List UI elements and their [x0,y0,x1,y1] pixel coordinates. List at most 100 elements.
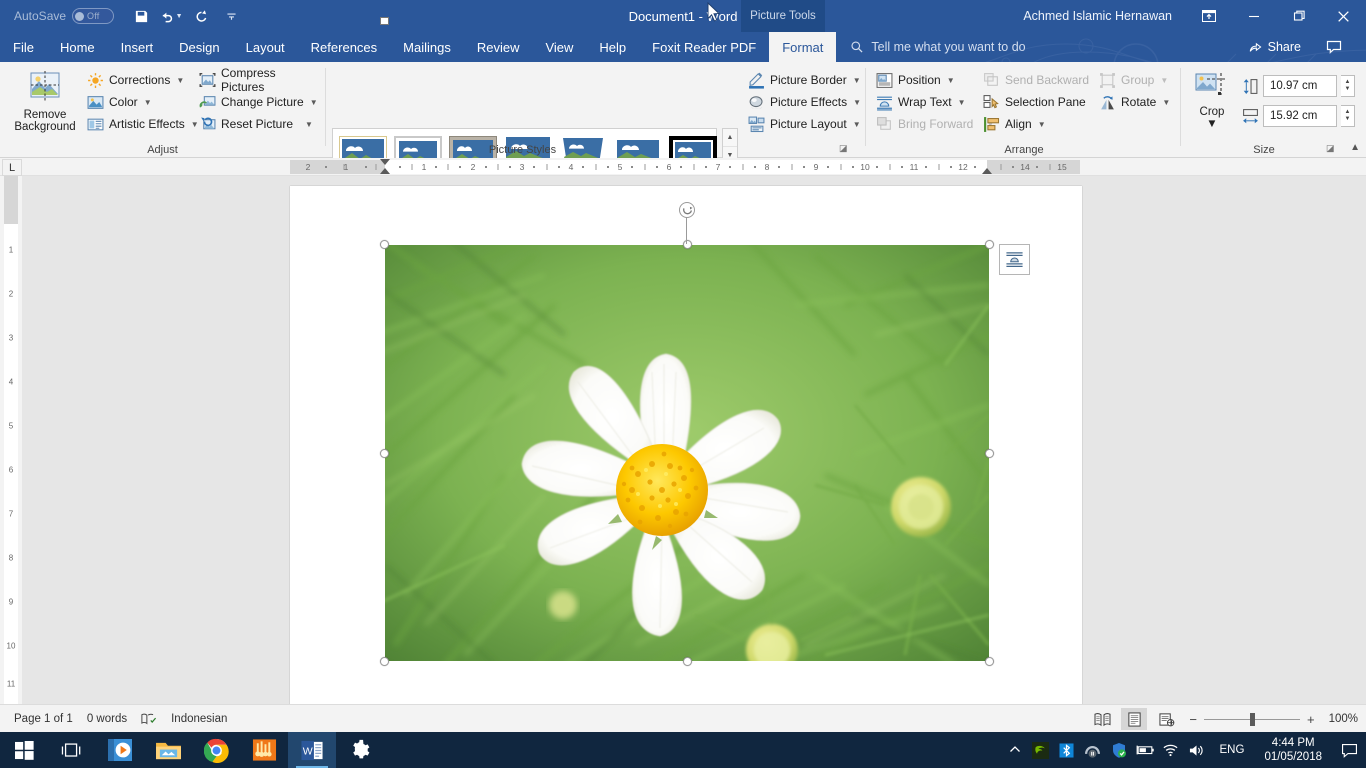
view-web-layout-button[interactable] [1153,708,1179,730]
tab-foxit-reader-pdf[interactable]: Foxit Reader PDF [639,32,769,62]
resize-handle-middle-right[interactable] [985,449,994,458]
shape-height-field[interactable]: 10.97 cm ▲ ▼ [1242,74,1355,98]
position-button[interactable]: Position ▼ [873,69,997,91]
shape-height-stepper[interactable]: ▲ ▼ [1341,75,1355,97]
shape-width-value[interactable]: 15.92 cm [1263,105,1337,127]
proofing-errors-icon[interactable] [141,712,157,726]
redo-icon[interactable] [188,4,214,28]
zoom-slider[interactable]: − + [1189,712,1314,727]
battery-icon[interactable] [1132,732,1158,768]
collapse-ribbon-icon[interactable]: ▲ [1350,142,1360,153]
tell-me-search[interactable]: Tell me what you want to do [850,32,1026,62]
share-button[interactable]: Share [1248,40,1301,54]
tab-references[interactable]: References [298,32,390,62]
crop-button[interactable]: Crop ▼ [1188,67,1236,130]
action-center-icon[interactable] [1332,732,1366,768]
undo-caret[interactable]: ▼ [176,13,183,20]
chrome-app[interactable] [192,732,240,768]
picture-styles-dialog-launcher[interactable]: ◪ [839,143,851,155]
view-read-mode-button[interactable] [1089,708,1115,730]
file-explorer-app[interactable] [144,732,192,768]
rotate-button[interactable]: Rotate ▼ [1096,91,1173,113]
word-app[interactable]: W [288,732,336,768]
zoom-thumb[interactable] [1249,712,1255,726]
chevron-down-icon[interactable]: ▼ [1162,98,1170,107]
tab-design[interactable]: Design [166,32,232,62]
tab-stop-selector[interactable]: L [2,159,22,176]
autosave-switch[interactable]: Off [72,8,115,24]
security-shield-icon[interactable] [1106,732,1132,768]
view-print-layout-button[interactable] [1121,708,1148,730]
language-indicator[interactable]: Indonesian [171,713,227,725]
ribbon-display-options-icon[interactable] [1186,0,1231,32]
chevron-down-icon[interactable]: ▼ [947,76,955,85]
chevron-down-icon[interactable]: ▼ [144,98,152,107]
chevron-down-icon[interactable]: ▼ [305,120,313,129]
zoom-track[interactable] [1203,712,1300,726]
resize-handle-bottom-center[interactable] [683,657,692,666]
size-dialog-launcher[interactable]: ◪ [1326,143,1338,155]
reset-picture-button[interactable]: Reset Picture ▼ [196,113,325,135]
zoom-in-button[interactable]: + [1307,712,1315,727]
chevron-down-icon[interactable]: ▼ [310,98,318,107]
selection-pane-button[interactable]: Selection Pane [980,91,1111,113]
picture-layout-button[interactable]: Picture Layout ▼ [745,113,864,135]
hanging-indent-marker[interactable] [380,168,390,174]
stepper-up-icon[interactable]: ▲ [1345,109,1351,116]
picture-border-button[interactable]: Picture Border ▼ [745,69,864,91]
remove-background-button[interactable]: Remove Background [8,66,82,133]
align-button[interactable]: Align ▼ [980,113,1111,135]
show-hidden-icons-chevron[interactable] [1002,732,1028,768]
layout-options-button[interactable] [999,244,1030,275]
picture-effects-button[interactable]: Picture Effects ▼ [745,91,864,113]
chevron-down-icon[interactable]: ▼ [958,98,966,107]
resize-handle-bottom-right[interactable] [985,657,994,666]
wifi-icon[interactable] [1158,732,1184,768]
tab-insert[interactable]: Insert [108,32,167,62]
word-count[interactable]: 0 words [87,713,127,725]
resize-handle-middle-left[interactable] [380,449,389,458]
corrections-button[interactable]: Corrections ▼ [84,69,202,91]
resize-handle-top-center[interactable] [683,240,692,249]
color-button[interactable]: Color ▼ [84,91,202,113]
shape-width-field[interactable]: 15.92 cm ▲ ▼ [1242,104,1355,128]
artistic-effects-button[interactable]: Artistic Effects ▼ [84,113,202,135]
compress-pictures-button[interactable]: Compress Pictures [196,66,325,94]
chevron-down-icon[interactable]: ▼ [176,76,184,85]
stepper-up-icon[interactable]: ▲ [1345,79,1351,86]
resize-handle-bottom-left[interactable] [380,657,389,666]
first-line-indent-marker[interactable] [380,159,390,165]
tab-review[interactable]: Review [464,32,533,62]
minimize-icon[interactable] [1231,0,1276,32]
chevron-down-icon[interactable]: ▼ [853,120,861,129]
clock[interactable]: 4:44 PM 01/05/2018 [1254,736,1332,764]
autosave-toggle[interactable]: AutoSave Off [14,8,115,24]
settings-app[interactable] [336,732,384,768]
flower-photo[interactable] [373,223,991,677]
zoom-level[interactable]: 100% [1329,713,1358,725]
stepper-down-icon[interactable]: ▼ [1345,86,1351,93]
tab-view[interactable]: View [532,32,586,62]
resize-handle-top-right[interactable] [985,240,994,249]
zoom-out-button[interactable]: − [1189,712,1197,727]
shape-height-value[interactable]: 10.97 cm [1263,75,1337,97]
left-indent-marker[interactable] [380,17,389,25]
bluetooth-icon[interactable] [1054,732,1080,768]
media-player-app[interactable] [96,732,144,768]
tab-help[interactable]: Help [586,32,639,62]
save-icon[interactable] [128,4,154,28]
tab-home[interactable]: Home [47,32,108,62]
comments-icon[interactable] [1311,31,1356,63]
right-indent-marker[interactable] [982,168,992,174]
language-indicator-tray[interactable]: ENG [1210,744,1255,756]
tab-layout[interactable]: Layout [233,32,298,62]
media-icon[interactable] [1080,732,1106,768]
resize-handle-top-left[interactable] [380,240,389,249]
page-indicator[interactable]: Page 1 of 1 [14,713,73,725]
music-app[interactable] [240,732,288,768]
indent-markers[interactable] [290,158,1080,176]
nvidia-icon[interactable] [1028,732,1054,768]
customize-qat-icon[interactable] [218,4,244,28]
task-view-button[interactable] [48,732,96,768]
tab-mailings[interactable]: Mailings [390,32,464,62]
